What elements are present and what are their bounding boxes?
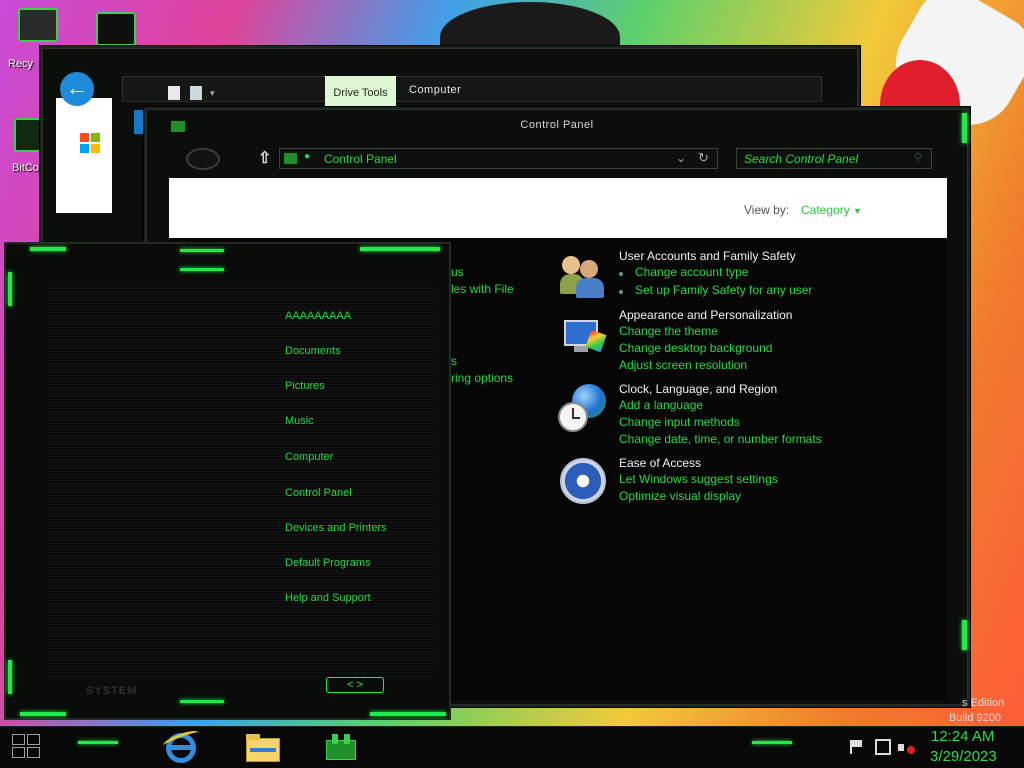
computer-window-pane xyxy=(56,98,112,213)
properties-icon[interactable] xyxy=(168,86,180,100)
frame-led xyxy=(180,249,224,252)
bullet-icon xyxy=(619,272,623,276)
start-item-music[interactable]: Music xyxy=(285,415,314,427)
frame-led xyxy=(180,268,224,271)
user-accounts-icon[interactable] xyxy=(560,252,606,298)
control-panel-icon[interactable] xyxy=(322,730,360,764)
view-by-label: View by: xyxy=(744,203,790,217)
app-icon[interactable] xyxy=(96,12,136,46)
chevron-down-icon: ▼ xyxy=(853,206,862,216)
frame-led xyxy=(20,712,66,716)
frame-led xyxy=(180,700,224,703)
chevron-down-icon[interactable]: ▾ xyxy=(210,88,215,99)
start-item-help-support[interactable]: Help and Support xyxy=(285,592,371,604)
watermark-edition: s Edition xyxy=(962,697,1005,709)
taskbar-led xyxy=(752,741,792,744)
file-explorer-icon[interactable] xyxy=(244,730,282,764)
frame-led xyxy=(360,247,440,251)
watermark-build: Build 9200 xyxy=(949,712,1001,724)
frame-led xyxy=(370,712,446,716)
breadcrumb[interactable]: Control Panel xyxy=(324,152,397,166)
folder-icon[interactable] xyxy=(190,86,202,100)
frame-led xyxy=(962,620,967,650)
address-bar[interactable]: ● Control Panel ⌄ ↻ xyxy=(279,148,718,169)
category-link[interactable]: Let Windows suggest settings xyxy=(619,472,778,486)
frame-led xyxy=(8,660,12,694)
window-title: Control Panel xyxy=(520,119,594,131)
frame-led xyxy=(30,247,66,251)
volume-muted-icon[interactable] xyxy=(898,740,916,756)
view-by-dropdown[interactable]: Category ▼ xyxy=(801,203,862,217)
category-title[interactable]: Appearance and Personalization xyxy=(619,308,792,322)
category-link[interactable]: Optimize visual display xyxy=(619,489,741,503)
ease-of-access-icon[interactable] xyxy=(560,458,606,504)
desktop-icon-label: BitCo xyxy=(12,162,39,174)
internet-explorer-icon[interactable] xyxy=(161,727,201,764)
category-link[interactable]: s xyxy=(451,354,457,368)
desktop-icon-label: Recy xyxy=(8,58,34,70)
back-arrow-icon[interactable]: ← xyxy=(60,72,94,106)
recycle-bin-icon[interactable] xyxy=(18,8,58,42)
start-item-pictures[interactable]: Pictures xyxy=(285,380,325,392)
category-link[interactable]: Change account type xyxy=(635,265,748,279)
search-icon[interactable]: ⚲ xyxy=(914,151,922,164)
breadcrumb-separator-icon: ● xyxy=(304,151,311,162)
category-link[interactable]: ring options xyxy=(451,371,513,385)
refresh-icon[interactable]: ↻ xyxy=(698,150,709,166)
nav-orb-icon[interactable] xyxy=(186,148,220,170)
category-link[interactable]: Change input methods xyxy=(619,415,740,429)
category-link[interactable]: Add a language xyxy=(619,398,703,412)
network-icon[interactable] xyxy=(875,739,891,755)
window-title: Computer xyxy=(409,84,462,96)
up-arrow-icon[interactable]: ⇧ xyxy=(258,148,271,168)
taskbar-led xyxy=(78,741,118,744)
start-item-devices-printers[interactable]: Devices and Printers xyxy=(285,522,387,534)
clock-time[interactable]: 12:24 AM xyxy=(931,728,994,745)
category-link[interactable]: Change the theme xyxy=(619,324,718,338)
start-item-documents[interactable]: Documents xyxy=(285,345,341,357)
category-link[interactable]: us xyxy=(451,265,464,279)
start-menu-list xyxy=(48,285,436,675)
chevron-down-icon[interactable]: ⌄ xyxy=(676,151,686,165)
category-title[interactable]: User Accounts and Family Safety xyxy=(619,249,796,263)
category-title[interactable]: Clock, Language, and Region xyxy=(619,382,777,396)
start-item-default-programs[interactable]: Default Programs xyxy=(285,557,371,569)
quick-access-toolbar xyxy=(122,76,822,102)
category-link[interactable]: les with File xyxy=(451,282,514,296)
appearance-icon[interactable] xyxy=(560,318,607,358)
control-panel-small-icon xyxy=(284,153,297,164)
search-input[interactable]: Search Control Panel xyxy=(736,148,932,169)
start-item-user[interactable]: AAAAAAAAA xyxy=(285,310,351,322)
clock-globe-icon[interactable] xyxy=(558,384,608,434)
taskbar xyxy=(0,726,1024,768)
frame-led xyxy=(8,272,12,306)
category-link[interactable]: Change desktop background xyxy=(619,341,772,355)
tab-drive-tools[interactable]: Drive Tools xyxy=(325,76,396,108)
category-link[interactable]: Set up Family Safety for any user xyxy=(635,283,812,297)
category-link[interactable]: Adjust screen resolution xyxy=(619,358,747,372)
flag-icon[interactable] xyxy=(850,740,864,754)
category-title[interactable]: Ease of Access xyxy=(619,456,701,470)
bullet-icon xyxy=(619,290,623,294)
start-menu-nav[interactable]: < > xyxy=(326,677,384,693)
start-button[interactable] xyxy=(10,732,42,760)
start-menu-footer: SYSTEM xyxy=(86,685,138,697)
windows-logo-icon xyxy=(80,133,100,153)
clock-date[interactable]: 3/29/2023 xyxy=(930,748,997,765)
category-link[interactable]: Change date, time, or number formats xyxy=(619,432,822,446)
start-item-computer[interactable]: Computer xyxy=(285,451,333,463)
start-item-control-panel[interactable]: Control Panel xyxy=(285,487,352,499)
